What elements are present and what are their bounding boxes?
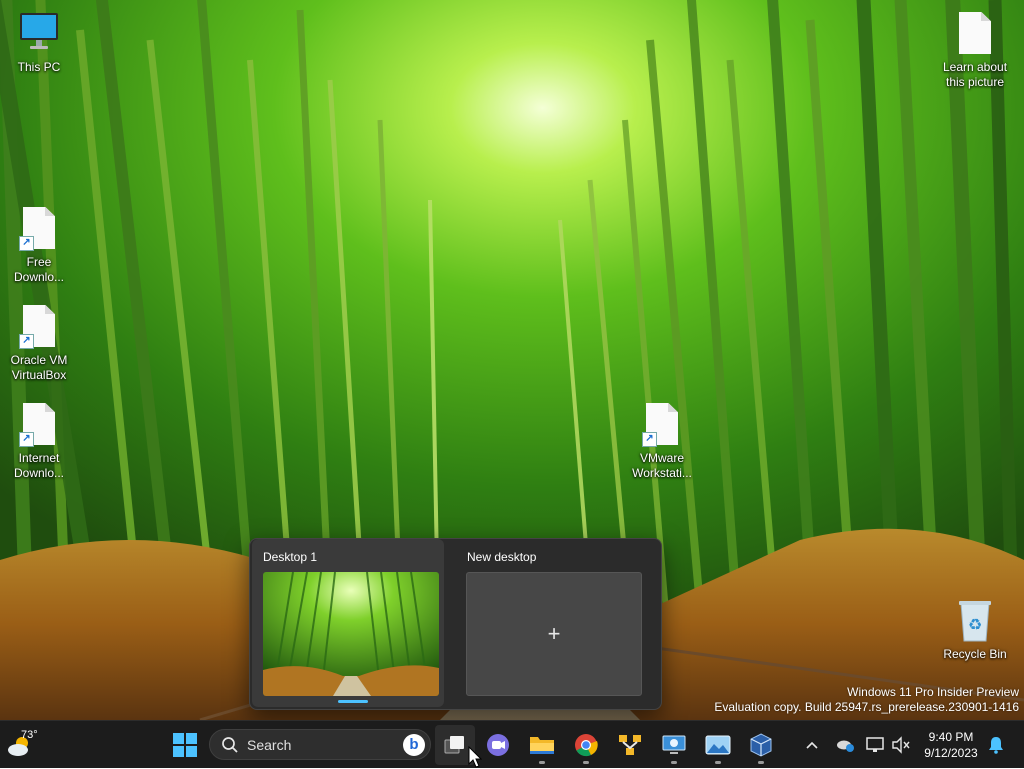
- virtualbox-button[interactable]: [741, 721, 781, 769]
- svg-text:♻: ♻: [968, 615, 982, 634]
- bell-icon: [989, 737, 1003, 754]
- desktop-icon-label: Learn about this picture: [942, 60, 1008, 89]
- network-tool-icon: [619, 735, 641, 755]
- onedrive-tray-button[interactable]: [834, 721, 856, 769]
- weather-temperature: 73°: [21, 729, 38, 741]
- running-indicator: [539, 761, 545, 764]
- desktop-icon-learn-about-picture[interactable]: Learn about this picture: [937, 10, 1013, 90]
- new-desktop-tile[interactable]: +: [466, 572, 642, 696]
- file-explorer-icon: [530, 737, 554, 754]
- network-tray-button[interactable]: [864, 721, 886, 769]
- desktop-icon-label: Internet Downlo...: [13, 451, 65, 480]
- desktop-icon-free-download-manager[interactable]: ↗ Free Downlo...: [1, 205, 77, 285]
- desktop-icon-vmware-workstation[interactable]: ↗ VMware Workstati...: [624, 401, 700, 481]
- desktop-icon-label: Free Downlo...: [13, 255, 65, 284]
- bing-icon[interactable]: b: [403, 734, 425, 756]
- taskbar-clock[interactable]: 9:40 PM 9/12/2023: [916, 729, 986, 761]
- task-view-icon: [444, 736, 464, 754]
- plus-icon: +: [547, 621, 561, 646]
- running-indicator: [583, 761, 589, 764]
- network-monitor-icon: [866, 737, 884, 752]
- desktop-icon-label: This PC: [17, 60, 61, 74]
- running-indicator: [671, 761, 677, 764]
- start-icon: [173, 733, 197, 757]
- running-indicator: [715, 761, 721, 764]
- remote-desktop-icon: [662, 735, 686, 754]
- virtual-desktop-thumbnail[interactable]: [263, 572, 439, 696]
- notifications-button[interactable]: [985, 721, 1007, 769]
- desktop-icon-recycle-bin[interactable]: ♻ Recycle Bin: [937, 597, 1013, 662]
- evaluation-watermark: Windows 11 Pro Insider Preview Evaluatio…: [714, 685, 1019, 715]
- virtualbox-icon: [750, 733, 772, 757]
- network-tool-button[interactable]: [610, 721, 650, 769]
- photos-button[interactable]: [698, 721, 738, 769]
- recycle-bin-icon: ♻: [951, 597, 999, 645]
- search-placeholder: Search: [247, 736, 292, 753]
- chrome-icon: [575, 734, 598, 757]
- teams-chat-icon: [487, 734, 509, 756]
- document-shortcut-icon: ↗: [15, 401, 63, 449]
- document-icon: [951, 10, 999, 58]
- speaker-muted-icon: [892, 736, 910, 754]
- running-indicator: [758, 761, 764, 764]
- document-shortcut-icon: ↗: [15, 205, 63, 253]
- document-shortcut-icon: ↗: [15, 303, 63, 351]
- search-box[interactable]: Search b: [209, 729, 431, 760]
- desktop-icon-label: Oracle VM VirtualBox: [10, 353, 68, 382]
- virtual-desktop-title: Desktop 1: [263, 550, 318, 564]
- desktop-icon-this-pc[interactable]: This PC: [1, 10, 77, 75]
- file-explorer-button[interactable]: [522, 721, 562, 769]
- new-desktop-button[interactable]: New desktop +: [456, 539, 648, 707]
- mouse-cursor-icon: [468, 746, 482, 768]
- show-hidden-icons-button[interactable]: [801, 721, 823, 769]
- active-desktop-indicator: [338, 700, 368, 703]
- desktop-icon-virtualbox[interactable]: ↗ Oracle VM VirtualBox: [1, 303, 77, 383]
- photos-icon: [705, 735, 731, 755]
- clock-date: 9/12/2023: [924, 746, 978, 760]
- chrome-button[interactable]: [566, 721, 606, 769]
- search-icon: [222, 736, 238, 753]
- watermark-line-2: Evaluation copy. Build 25947.rs_prerelea…: [714, 700, 1019, 714]
- remote-desktop-button[interactable]: [654, 721, 694, 769]
- virtual-desktop-title: New desktop: [467, 550, 537, 564]
- watermark-line-1: Windows 11 Pro Insider Preview: [847, 685, 1019, 699]
- desktop-icon-internet-download-manager[interactable]: ↗ Internet Downlo...: [1, 401, 77, 481]
- clock-time: 9:40 PM: [928, 730, 974, 744]
- weather-widget[interactable]: 73°: [6, 729, 42, 761]
- desktop-icon-label: Recycle Bin: [943, 647, 1007, 661]
- desktop-icon-label: VMware Workstati...: [632, 451, 692, 480]
- teams-chat-button[interactable]: [478, 721, 518, 769]
- document-shortcut-icon: ↗: [638, 401, 686, 449]
- volume-tray-button[interactable]: [890, 721, 912, 769]
- task-view-flyout: Desktop 1 New desktop +: [249, 538, 662, 710]
- virtual-desktop-1[interactable]: Desktop 1: [252, 539, 444, 707]
- monitor-icon: [15, 10, 63, 58]
- taskbar: 73° Search b 9:40 PM 9/12/2023: [0, 720, 1024, 768]
- start-button[interactable]: [165, 721, 205, 769]
- cloud-sync-icon: [837, 740, 854, 752]
- chevron-up-icon: [806, 741, 818, 749]
